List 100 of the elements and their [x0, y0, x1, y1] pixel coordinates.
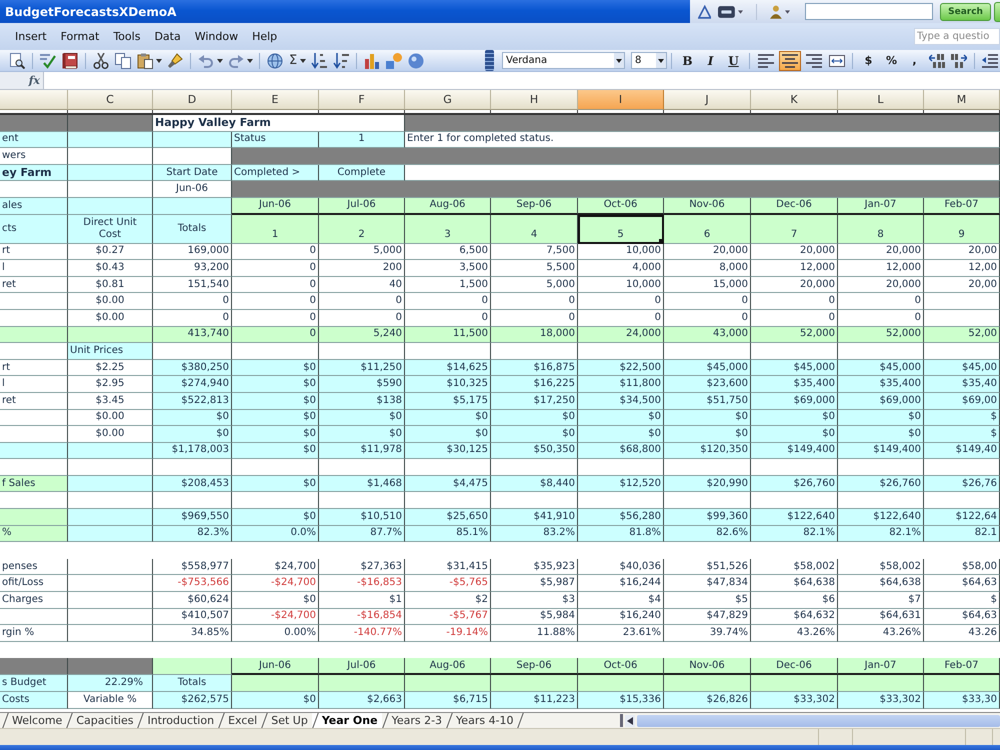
- sheet-cell[interactable]: $16,875: [491, 360, 578, 376]
- sheet-cell[interactable]: 151,540: [153, 276, 232, 294]
- sheet-cell[interactable]: $64,63: [924, 608, 1000, 626]
- sheet-cell[interactable]: $3.45: [68, 392, 153, 410]
- sheet-cell[interactable]: 10,000: [578, 276, 664, 294]
- sheet-cell[interactable]: [838, 675, 924, 692]
- sheet-cell[interactable]: 11,500: [405, 326, 491, 344]
- sheet-cell[interactable]: [924, 293, 1000, 310]
- sheet-cell[interactable]: penses: [0, 558, 68, 576]
- user-icon[interactable]: [770, 4, 782, 20]
- sheet-cell[interactable]: [319, 459, 405, 476]
- sheet-cell[interactable]: 3: [405, 214, 491, 244]
- sheet-cell[interactable]: $2.95: [68, 376, 153, 393]
- sheet-cell[interactable]: $33,30: [924, 692, 1000, 709]
- sheet-cell[interactable]: 0: [153, 310, 232, 327]
- sheet-cell[interactable]: 43.26%: [838, 625, 924, 642]
- decrease-indent-icon[interactable]: [982, 54, 998, 68]
- sheet-cell[interactable]: $208,453: [153, 476, 232, 492]
- sheet-cell[interactable]: 0: [664, 310, 751, 327]
- sheet-cell[interactable]: [0, 426, 68, 443]
- sheet-cell[interactable]: $262,575: [153, 692, 232, 709]
- sheet-cell[interactable]: $0: [232, 392, 319, 410]
- sheet-cell[interactable]: 0: [232, 326, 319, 344]
- sheet-cell[interactable]: $11,978: [319, 442, 405, 460]
- sheet-cell[interactable]: $35,923: [491, 558, 578, 576]
- sheet-cell[interactable]: [319, 492, 405, 510]
- sheet-cell[interactable]: 7,500: [491, 244, 578, 260]
- sheet-cell[interactable]: rt: [0, 360, 68, 376]
- sheet-cell[interactable]: 40: [319, 276, 405, 294]
- sheet-cell[interactable]: $0: [153, 426, 232, 443]
- sheet-cell[interactable]: 5,500: [491, 260, 578, 277]
- sheet-cell[interactable]: Sep-06: [491, 658, 578, 675]
- search-button[interactable]: Search: [940, 2, 991, 20]
- sheet-cell[interactable]: 6: [664, 214, 751, 244]
- sheet-cell[interactable]: $149,400: [838, 442, 924, 460]
- sheet-cell[interactable]: $64,63: [924, 575, 1000, 592]
- sheet-cell[interactable]: [153, 343, 232, 360]
- sheet-cell[interactable]: $0: [405, 410, 491, 426]
- sheet-cell[interactable]: 1,500: [405, 276, 491, 294]
- column-header[interactable]: L: [838, 90, 924, 110]
- sheet-cell[interactable]: $0.81: [68, 276, 153, 294]
- sheet-cell[interactable]: $26,760: [838, 476, 924, 492]
- sheet-cell[interactable]: [68, 575, 153, 592]
- sheet-cell[interactable]: 12,000: [751, 260, 838, 277]
- underline-button[interactable]: U: [724, 51, 743, 70]
- sheet-cell[interactable]: [68, 476, 153, 492]
- sheet-cell[interactable]: $0: [319, 426, 405, 443]
- toolbar-button[interactable]: [994, 2, 1000, 22]
- sheet-cell[interactable]: $58,00: [924, 558, 1000, 576]
- sheet-cell[interactable]: $45,000: [751, 360, 838, 376]
- sheet-cell[interactable]: $3: [491, 592, 578, 609]
- sheet-cell[interactable]: $30,125: [405, 442, 491, 460]
- sheet-cell[interactable]: $34,500: [578, 392, 664, 410]
- sheet-cell[interactable]: $69,000: [838, 392, 924, 410]
- sheet-cell[interactable]: [153, 492, 232, 510]
- sheet-cell[interactable]: [0, 181, 68, 198]
- sheet-cell[interactable]: Jul-06: [319, 198, 405, 215]
- sheet-cell[interactable]: [153, 198, 232, 215]
- sheet-cell[interactable]: -$16,854: [319, 608, 405, 626]
- sheet-cell[interactable]: -140.77%: [319, 625, 405, 642]
- sheet-cell[interactable]: [68, 148, 153, 165]
- sheet-cell[interactable]: [68, 592, 153, 609]
- sheet-cell[interactable]: [405, 164, 1000, 182]
- sheet-cell[interactable]: 1: [319, 132, 405, 148]
- sheet-cell[interactable]: $16,244: [578, 575, 664, 592]
- sheet-cell[interactable]: 20,000: [664, 244, 751, 260]
- scissors-icon[interactable]: [93, 52, 109, 68]
- sheet-cell[interactable]: Jan-07: [838, 198, 924, 215]
- sheet-cell[interactable]: 0: [319, 310, 405, 327]
- sheet-cell[interactable]: 0: [751, 293, 838, 310]
- sheet-cell[interactable]: Variable %: [68, 692, 153, 709]
- sheet-cell[interactable]: $11,223: [491, 692, 578, 709]
- sheet-cell[interactable]: 12,00: [924, 260, 1000, 277]
- sheet-cell[interactable]: [491, 492, 578, 510]
- sheet-cell[interactable]: Jun-06: [153, 181, 232, 198]
- sheet-cell[interactable]: [319, 343, 405, 360]
- sheet-cell[interactable]: $5,987: [491, 575, 578, 592]
- sheet-cell[interactable]: $0: [232, 509, 319, 526]
- sheet-cell[interactable]: $64,638: [751, 575, 838, 592]
- sheet-cell[interactable]: [68, 558, 153, 576]
- sheet-cell[interactable]: 85.1%: [405, 526, 491, 542]
- sheet-cell[interactable]: $68,800: [578, 442, 664, 460]
- sheet-cell[interactable]: 43.26%: [751, 625, 838, 642]
- sheet-cell[interactable]: $16,240: [578, 608, 664, 626]
- sheet-cell[interactable]: Aug-06: [405, 658, 491, 675]
- sheet-cell[interactable]: 2: [319, 214, 405, 244]
- merge-cells-icon[interactable]: [829, 54, 845, 66]
- sheet-cell[interactable]: $58,002: [751, 558, 838, 576]
- sheet-cell[interactable]: $5,984: [491, 608, 578, 626]
- sheet-cell[interactable]: $45,00: [924, 360, 1000, 376]
- sheet-cell[interactable]: 0: [491, 310, 578, 327]
- sheet-tab[interactable]: Capacities: [66, 713, 138, 728]
- sheet-cell[interactable]: $0: [578, 426, 664, 443]
- sheet-cell[interactable]: [578, 492, 664, 510]
- sheet-cell[interactable]: $11,800: [578, 376, 664, 393]
- sheet-cell[interactable]: $5,175: [405, 392, 491, 410]
- sheet-cell[interactable]: 0: [319, 293, 405, 310]
- sheet-cell[interactable]: [491, 675, 578, 692]
- sheet-cell[interactable]: [153, 148, 232, 165]
- sheet-cell[interactable]: $24,700: [232, 558, 319, 576]
